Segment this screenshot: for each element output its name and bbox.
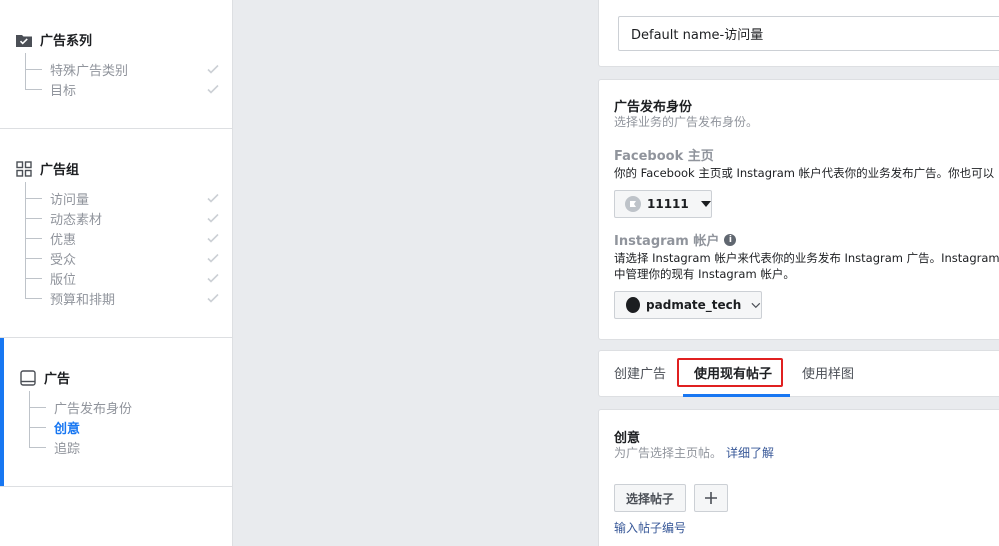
- sidebar-item-identity[interactable]: 广告发布身份: [29, 397, 224, 417]
- select-post-button[interactable]: 选择帖子: [614, 484, 686, 512]
- sidebar-adset-heading[interactable]: 广告组: [16, 159, 79, 178]
- add-post-button[interactable]: [694, 484, 728, 512]
- sidebar-section-adset: 广告组 访问量 动态素材 优惠 受众 版位 预算和排期: [0, 129, 232, 338]
- instagram-account-selector[interactable]: padmate_tech: [614, 291, 762, 319]
- check-icon: [207, 213, 219, 223]
- campaign-folder-icon: [16, 32, 32, 48]
- sidebar-item-special-category[interactable]: 特殊广告类别: [25, 59, 220, 79]
- sidebar-item-audience[interactable]: 受众: [25, 248, 220, 268]
- sidebar: 广告系列 特殊广告类别 目标 广告组 访问量 动态素材 优惠 受众 版位 预算和…: [0, 0, 233, 546]
- tab-use-mockup[interactable]: 使用样图: [802, 363, 854, 382]
- ad-name-value: Default name-访问量: [631, 28, 764, 43]
- facebook-page-heading: Facebook 主页: [614, 149, 714, 164]
- sidebar-campaign-title: 广告系列: [40, 34, 93, 49]
- sidebar-item-budget-schedule[interactable]: 预算和排期: [25, 288, 220, 308]
- learn-more-link[interactable]: 详细了解: [726, 446, 774, 460]
- check-icon: [207, 253, 219, 263]
- sidebar-item-creative[interactable]: 创意: [29, 417, 224, 437]
- ad-device-icon: [20, 369, 36, 386]
- sidebar-item-offer[interactable]: 优惠: [25, 228, 220, 248]
- sidebar-campaign-heading[interactable]: 广告系列: [16, 30, 92, 49]
- check-icon: [207, 64, 219, 74]
- instagram-account-description-line2: 中管理你的现有 Instagram 帐户。: [614, 267, 795, 281]
- sidebar-ad-heading[interactable]: 广告: [20, 368, 70, 387]
- creative-subtitle: 为广告选择主页帖。 详细了解: [614, 446, 775, 460]
- check-icon: [207, 84, 219, 94]
- instagram-avatar: [626, 297, 641, 313]
- check-icon: [207, 193, 219, 203]
- check-icon: [207, 273, 219, 283]
- active-tab-indicator: [683, 394, 790, 397]
- instagram-selector-value: padmate_tech: [646, 298, 742, 312]
- sidebar-section-campaign: 广告系列 特殊广告类别 目标: [0, 0, 232, 129]
- creative-source-tabs: 创建广告 使用现有帖子 使用样图: [598, 350, 999, 397]
- identity-subtitle: 选择业务的广告发布身份。: [614, 115, 759, 129]
- facebook-page-description: 你的 Facebook 主页或 Instagram 帐户代表你的业务发布广告。你…: [614, 166, 995, 180]
- sidebar-ad-title: 广告: [44, 372, 71, 387]
- chevron-down-icon: [751, 302, 761, 308]
- check-icon: [207, 293, 219, 303]
- sidebar-item-dynamic-creative[interactable]: 动态素材: [25, 208, 220, 228]
- sidebar-adset-title: 广告组: [40, 163, 80, 178]
- sidebar-item-traffic[interactable]: 访问量: [25, 188, 220, 208]
- info-icon[interactable]: i: [724, 233, 737, 246]
- check-icon: [207, 233, 219, 243]
- instagram-account-description-line1: 请选择 Instagram 帐户来代表你的业务发布 Instagram 广告。I…: [614, 251, 999, 265]
- plus-icon: [705, 492, 717, 504]
- facebook-page-selector[interactable]: 11111: [614, 190, 712, 218]
- caret-down-icon: [700, 201, 711, 207]
- tab-create-ad[interactable]: 创建广告: [614, 363, 666, 382]
- sidebar-item-placements[interactable]: 版位: [25, 268, 220, 288]
- enter-post-id-link[interactable]: 输入帖子编号: [614, 519, 686, 536]
- sidebar-item-objective[interactable]: 目标: [25, 79, 220, 99]
- grid-icon: [16, 160, 32, 177]
- ad-name-input[interactable]: Default name-访问量: [618, 16, 999, 51]
- sidebar-section-ad: 广告 广告发布身份 创意 追踪: [0, 338, 232, 487]
- sidebar-item-tracking[interactable]: 追踪: [29, 437, 224, 457]
- highlight-box: [677, 358, 783, 387]
- page-avatar-icon: [625, 196, 641, 212]
- page-selector-value: 11111: [647, 197, 689, 211]
- instagram-account-heading: Instagram 帐户 i: [614, 230, 737, 249]
